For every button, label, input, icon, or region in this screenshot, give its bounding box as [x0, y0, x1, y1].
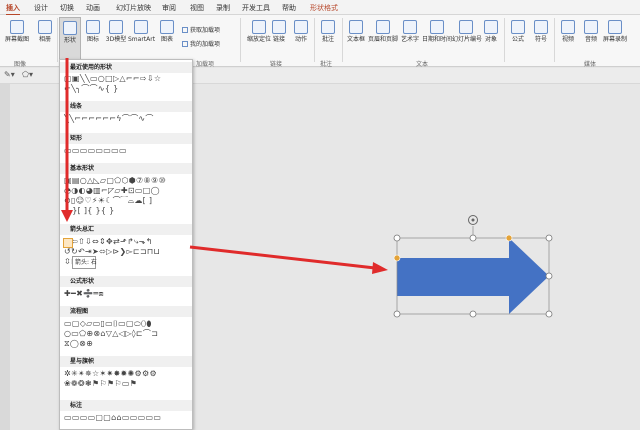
- right-arrow-shape-fill[interactable]: [397, 238, 549, 314]
- red-annotation-arrows: [61, 58, 388, 274]
- overlay-drawing: [61, 58, 553, 318]
- rotate-handle-icon[interactable]: [468, 215, 478, 225]
- adjust-handles[interactable]: [393, 234, 513, 262]
- powerpoint-window: 插入 设计 切换 动画 幻灯片放映 审阅 视图 录制 开发工具 帮助 形状格式 …: [0, 0, 640, 430]
- right-arrow-shape[interactable]: [397, 238, 549, 314]
